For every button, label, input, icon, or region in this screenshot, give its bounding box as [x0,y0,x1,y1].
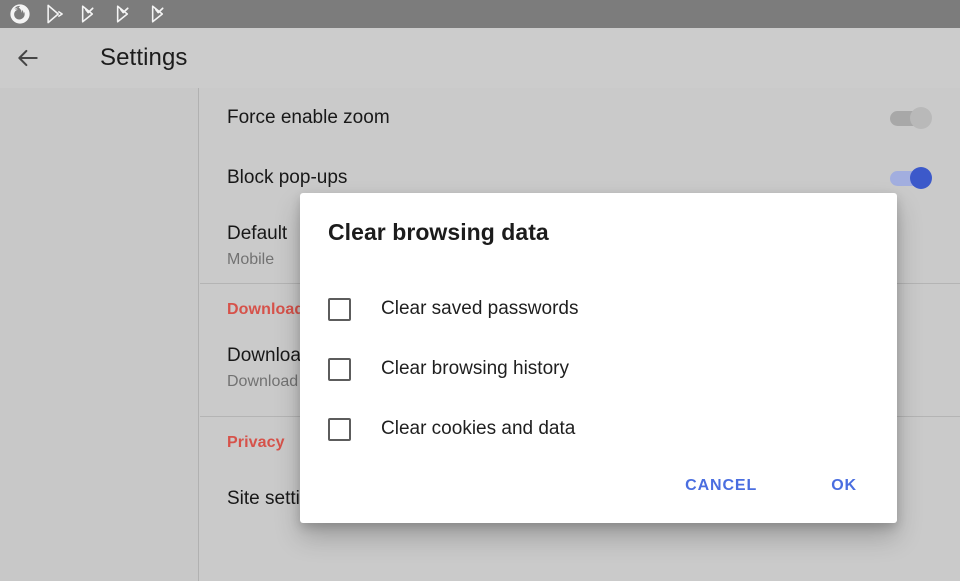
checkbox-row-clear-browsing-history[interactable]: Clear browsing history [300,339,897,399]
checkbox-row-clear-cookies-and-data[interactable]: Clear cookies and data [300,399,897,459]
dialog-options-list: Clear saved passwords Clear browsing his… [300,279,897,459]
checkbox-label: Clear saved passwords [381,298,579,319]
checkbox-clear-cookies-and-data[interactable] [328,417,351,441]
screen: Settings Force enable zoom Block pop-ups [0,0,960,581]
checkbox-row-clear-saved-passwords[interactable]: Clear saved passwords [300,279,897,339]
checkbox-label: Clear browsing history [381,358,569,379]
cancel-button[interactable]: CANCEL [675,469,767,503]
dialog-actions: CANCEL OK [675,469,897,523]
clear-browsing-data-dialog: Clear browsing data Clear saved password… [300,193,897,523]
dialog-title: Clear browsing data [328,219,549,245]
checkbox-clear-saved-passwords[interactable] [328,297,351,321]
checkbox-label: Clear cookies and data [381,418,576,439]
checkbox-clear-browsing-history[interactable] [328,357,351,381]
ok-button[interactable]: OK [821,469,867,503]
